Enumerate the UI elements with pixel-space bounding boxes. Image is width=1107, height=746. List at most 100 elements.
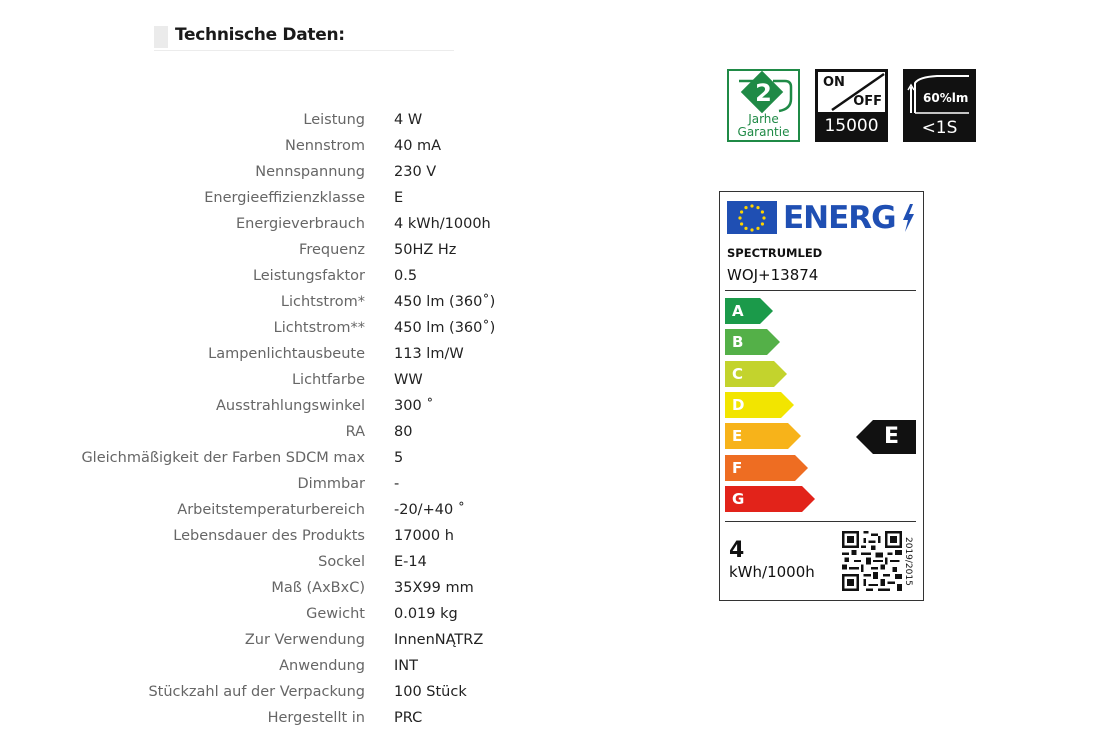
spec-label: RA [345, 424, 365, 440]
spec-value: -20/+40 ˚ [394, 502, 466, 518]
energy-word: ENERG [783, 200, 897, 236]
heading-bar [154, 26, 168, 48]
spec-label: Maß (AxBxC) [271, 580, 365, 596]
spec-value: 230 V [394, 164, 437, 180]
spec-row: Leistungsfaktor 0.5 [0, 263, 560, 289]
startup-percent: 60%lm [923, 91, 969, 105]
spec-value: InnenNĄTRZ [394, 632, 484, 648]
spec-label: Sockel [318, 554, 365, 570]
energy-class-letter: E [732, 427, 743, 446]
spec-row: Zur Verwendung InnenNĄTRZ [0, 627, 560, 653]
spec-row: Gleichmäßigkeit der Farben SDCM max 5 [0, 445, 560, 471]
regulation-number: 2019/2015 [903, 537, 913, 586]
spec-value: PRC [394, 710, 423, 726]
spec-row: Maß (AxBxC) 35X99 mm [0, 575, 560, 601]
energy-class-letter: C [732, 364, 744, 383]
lightning-icon [903, 204, 914, 232]
spec-row: Lichtfarbe WW [0, 367, 560, 393]
spec-label: Dimmbar [297, 476, 366, 492]
spec-row: Stückzahl auf der Verpackung 100 Stück [0, 679, 560, 705]
spec-label: Leistung [303, 112, 365, 128]
spec-value: 50HZ Hz [394, 242, 457, 258]
energy-class-letter: F [732, 458, 743, 477]
section-heading: Technische Daten: [154, 22, 454, 51]
spec-row: Dimmbar - [0, 471, 560, 497]
spec-label: Ausstrahlungswinkel [215, 398, 365, 414]
spec-label: Lampenlichtausbeute [208, 346, 365, 362]
spec-value: 113 lm/W [394, 346, 464, 362]
startup-time: <1S [921, 118, 958, 138]
spec-label: Stückzahl auf der Verpackung [148, 684, 365, 700]
rating-letter: E [884, 424, 900, 449]
energy-class-letter: G [732, 489, 745, 508]
spec-row: Hergestellt in PRC [0, 705, 560, 731]
warranty-badge: 2 Jarhe Garantie [727, 69, 800, 142]
spec-value: 80 [394, 424, 413, 440]
spec-value: 4 W [394, 112, 423, 128]
warranty-years: 2 [755, 79, 772, 107]
spec-label: Lichtfarbe [291, 372, 365, 388]
spec-row: Ausstrahlungswinkel 300 ˚ [0, 393, 560, 419]
spec-row: Nennstrom 40 mA [0, 133, 560, 159]
qr-code-icon [842, 531, 902, 591]
spec-value: 0.019 kg [394, 606, 458, 622]
energy-class-letter: B [732, 333, 744, 352]
spec-label: Lichtstrom* [280, 294, 365, 310]
spec-value: 5 [394, 450, 404, 466]
spec-row: Nennspannung 230 V [0, 159, 560, 185]
spec-value: 17000 h [394, 528, 454, 544]
spec-value: 0.5 [394, 268, 418, 284]
startup-time-badge: 60%lm <1S [903, 69, 976, 142]
spec-label: Energieverbrauch [236, 216, 365, 232]
spec-label: Arbeitstemperaturbereich [177, 502, 365, 518]
spec-row: Energieverbrauch 4 kWh/1000h [0, 211, 560, 237]
energy-class-e: E [725, 423, 802, 450]
spec-label: Nennstrom [284, 138, 365, 154]
spec-label: Gewicht [306, 606, 365, 622]
switch-cycles: 15000 [824, 116, 879, 136]
warranty-line1: Jarhe [748, 112, 779, 126]
spec-label: Energieeffizienzklasse [204, 190, 365, 206]
energy-class-f: F [725, 454, 809, 481]
rating-indicator: E [856, 420, 916, 454]
spec-value: 40 mA [394, 138, 442, 154]
energy-class-letter: A [732, 302, 744, 320]
spec-label: Hergestellt in [267, 710, 365, 726]
spec-value: - [394, 476, 400, 492]
section-title: Technische Daten: [175, 25, 345, 45]
energy-label: ENERG SPECTRUMLED WOJ+13874 ABCDEFG E 4 … [719, 191, 924, 601]
spec-label: Leistungsfaktor [252, 268, 365, 284]
spec-row: Lampenlichtausbeute 113 lm/W [0, 341, 560, 367]
spec-value: 450 lm (360˚) [394, 294, 496, 310]
spec-value: WW [394, 372, 423, 388]
warranty-line2: Garantie [737, 125, 790, 139]
spec-label: Zur Verwendung [244, 632, 365, 648]
spec-label: Gleichmäßigkeit der Farben SDCM max [81, 450, 365, 466]
spec-row: Gewicht 0.019 kg [0, 601, 560, 627]
spec-label: Lebensdauer des Produkts [173, 528, 365, 544]
switch-on-label: ON [823, 75, 845, 90]
consumption-unit: kWh/1000h [729, 563, 815, 581]
spec-row: Lichtstrom** 450 lm (360˚) [0, 315, 560, 341]
divider [725, 290, 916, 291]
spec-row: Anwendung INT [0, 653, 560, 679]
spec-value: E-14 [394, 554, 427, 570]
spec-row: RA 80 [0, 419, 560, 445]
spec-label: Anwendung [279, 658, 365, 674]
spec-row: Lebensdauer des Produkts 17000 h [0, 523, 560, 549]
spec-label: Lichtstrom** [273, 320, 365, 336]
switching-cycles-badge: ON OFF 15000 [815, 69, 888, 142]
spec-row: Lichtstrom* 450 lm (360˚) [0, 289, 560, 315]
spec-row: Arbeitstemperaturbereich -20/+40 ˚ [0, 497, 560, 523]
energy-class-g: G [725, 485, 816, 512]
spec-label: Nennspannung [255, 164, 365, 180]
divider [725, 521, 916, 522]
supplier-name: SPECTRUMLED [727, 246, 823, 260]
spec-value: 450 lm (360˚) [394, 320, 496, 336]
spec-row: Sockel E-14 [0, 549, 560, 575]
spec-row: Leistung 4 W [0, 107, 560, 133]
spec-row: Frequenz 50HZ Hz [0, 237, 560, 263]
spec-value: 300 ˚ [394, 398, 434, 414]
spec-value: 100 Stück [394, 684, 467, 700]
spec-value: E [394, 190, 404, 206]
